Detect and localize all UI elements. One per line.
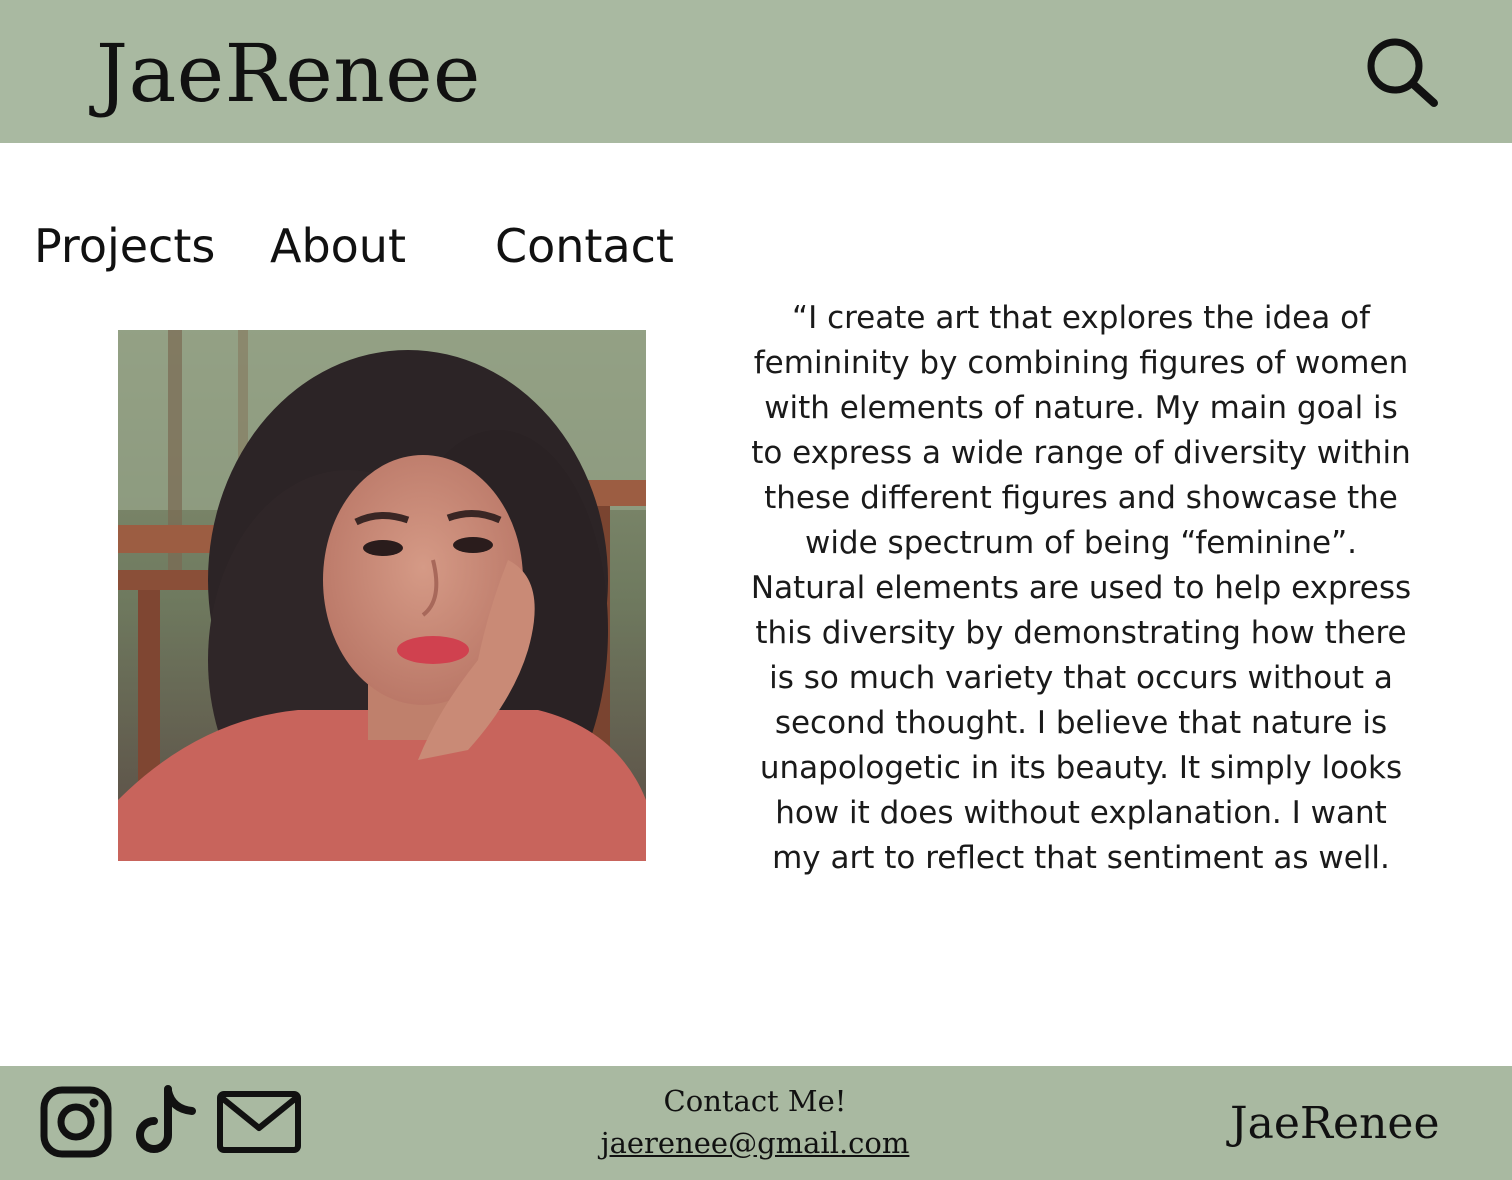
- search-icon[interactable]: [1362, 34, 1442, 112]
- tiktok-icon[interactable]: [134, 1085, 198, 1157]
- site-footer: Contact Me! jaerenee@gmail.com JaeRenee: [0, 1066, 1512, 1180]
- contact-heading: Contact Me!: [663, 1084, 847, 1118]
- email-link[interactable]: jaerenee@gmail.com: [560, 1122, 950, 1164]
- instagram-icon[interactable]: [40, 1086, 112, 1158]
- mail-icon[interactable]: [216, 1090, 302, 1154]
- site-header: JaeRenee: [0, 0, 1512, 143]
- nav-item-about[interactable]: About: [270, 216, 406, 276]
- footer-brand[interactable]: JaeRenee: [1230, 1094, 1440, 1154]
- nav-item-projects[interactable]: Projects: [34, 216, 215, 276]
- site-title[interactable]: JaeRenee: [96, 24, 481, 124]
- profile-photo: [118, 330, 646, 861]
- artist-statement: “I create art that explores the idea of …: [750, 300, 1412, 876]
- footer-contact: Contact Me! jaerenee@gmail.com: [560, 1080, 950, 1164]
- main-nav: Projects About Contact: [0, 200, 700, 290]
- nav-item-contact[interactable]: Contact: [495, 216, 674, 276]
